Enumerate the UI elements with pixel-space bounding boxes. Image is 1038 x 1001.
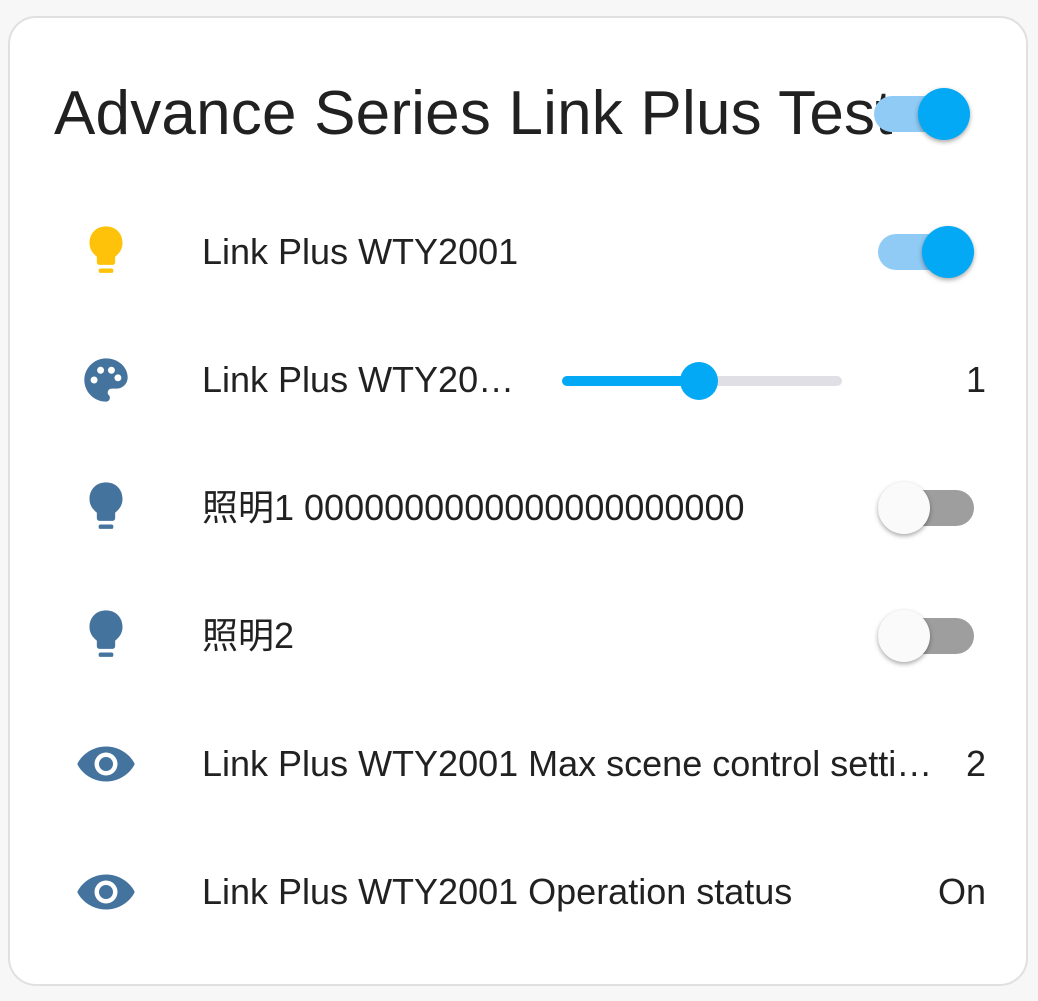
card-title: Advance Series Link Plus Test xyxy=(54,79,893,148)
entity-row-operation-status[interactable]: Link Plus WTY2001 Operation status On xyxy=(10,844,1030,940)
entity-row-light-1[interactable]: 照明1 0000000000000000000000 xyxy=(10,460,1030,556)
lightbulb-icon[interactable] xyxy=(70,478,142,538)
toggle-knob xyxy=(918,88,970,140)
entity-name[interactable]: Link Plus WTY2001 Operation status xyxy=(202,844,882,940)
slider-thumb[interactable] xyxy=(680,362,719,400)
entity-row-light-2[interactable]: 照明2 xyxy=(10,588,1030,684)
eye-icon[interactable] xyxy=(70,862,142,922)
entity-row-color-slider[interactable]: Link Plus WTY20… 1 xyxy=(10,332,1030,428)
slider-value: 1 xyxy=(965,359,986,400)
entity-state: 2 xyxy=(965,743,986,784)
eye-icon[interactable] xyxy=(70,734,142,794)
entity-row-max-scene[interactable]: Link Plus WTY2001 Max scene control sett… xyxy=(10,716,1030,812)
toggle-knob xyxy=(922,226,974,278)
light-toggle[interactable] xyxy=(878,606,974,666)
entity-name[interactable]: Link Plus WTY2001 xyxy=(202,204,822,300)
entity-name[interactable]: Link Plus WTY2001 Max scene control sett… xyxy=(202,716,947,812)
entity-name[interactable]: 照明1 0000000000000000000000 xyxy=(202,460,842,556)
lightbulb-icon[interactable] xyxy=(70,222,142,282)
slider-fill xyxy=(562,376,700,386)
entities-card: Advance Series Link Plus Test Link Plus … xyxy=(8,16,1028,986)
value-slider[interactable] xyxy=(562,360,842,400)
lightbulb-icon[interactable] xyxy=(70,606,142,666)
master-toggle[interactable] xyxy=(874,84,970,144)
entity-name[interactable]: Link Plus WTY20… xyxy=(202,332,522,428)
light-toggle[interactable] xyxy=(878,478,974,538)
entity-state: On xyxy=(937,871,986,912)
entity-name[interactable]: 照明2 xyxy=(202,588,822,684)
palette-icon[interactable] xyxy=(70,350,142,410)
entity-row-link-plus-light[interactable]: Link Plus WTY2001 xyxy=(10,204,1030,300)
light-toggle[interactable] xyxy=(878,222,974,282)
toggle-knob xyxy=(878,482,930,534)
toggle-knob xyxy=(878,610,930,662)
